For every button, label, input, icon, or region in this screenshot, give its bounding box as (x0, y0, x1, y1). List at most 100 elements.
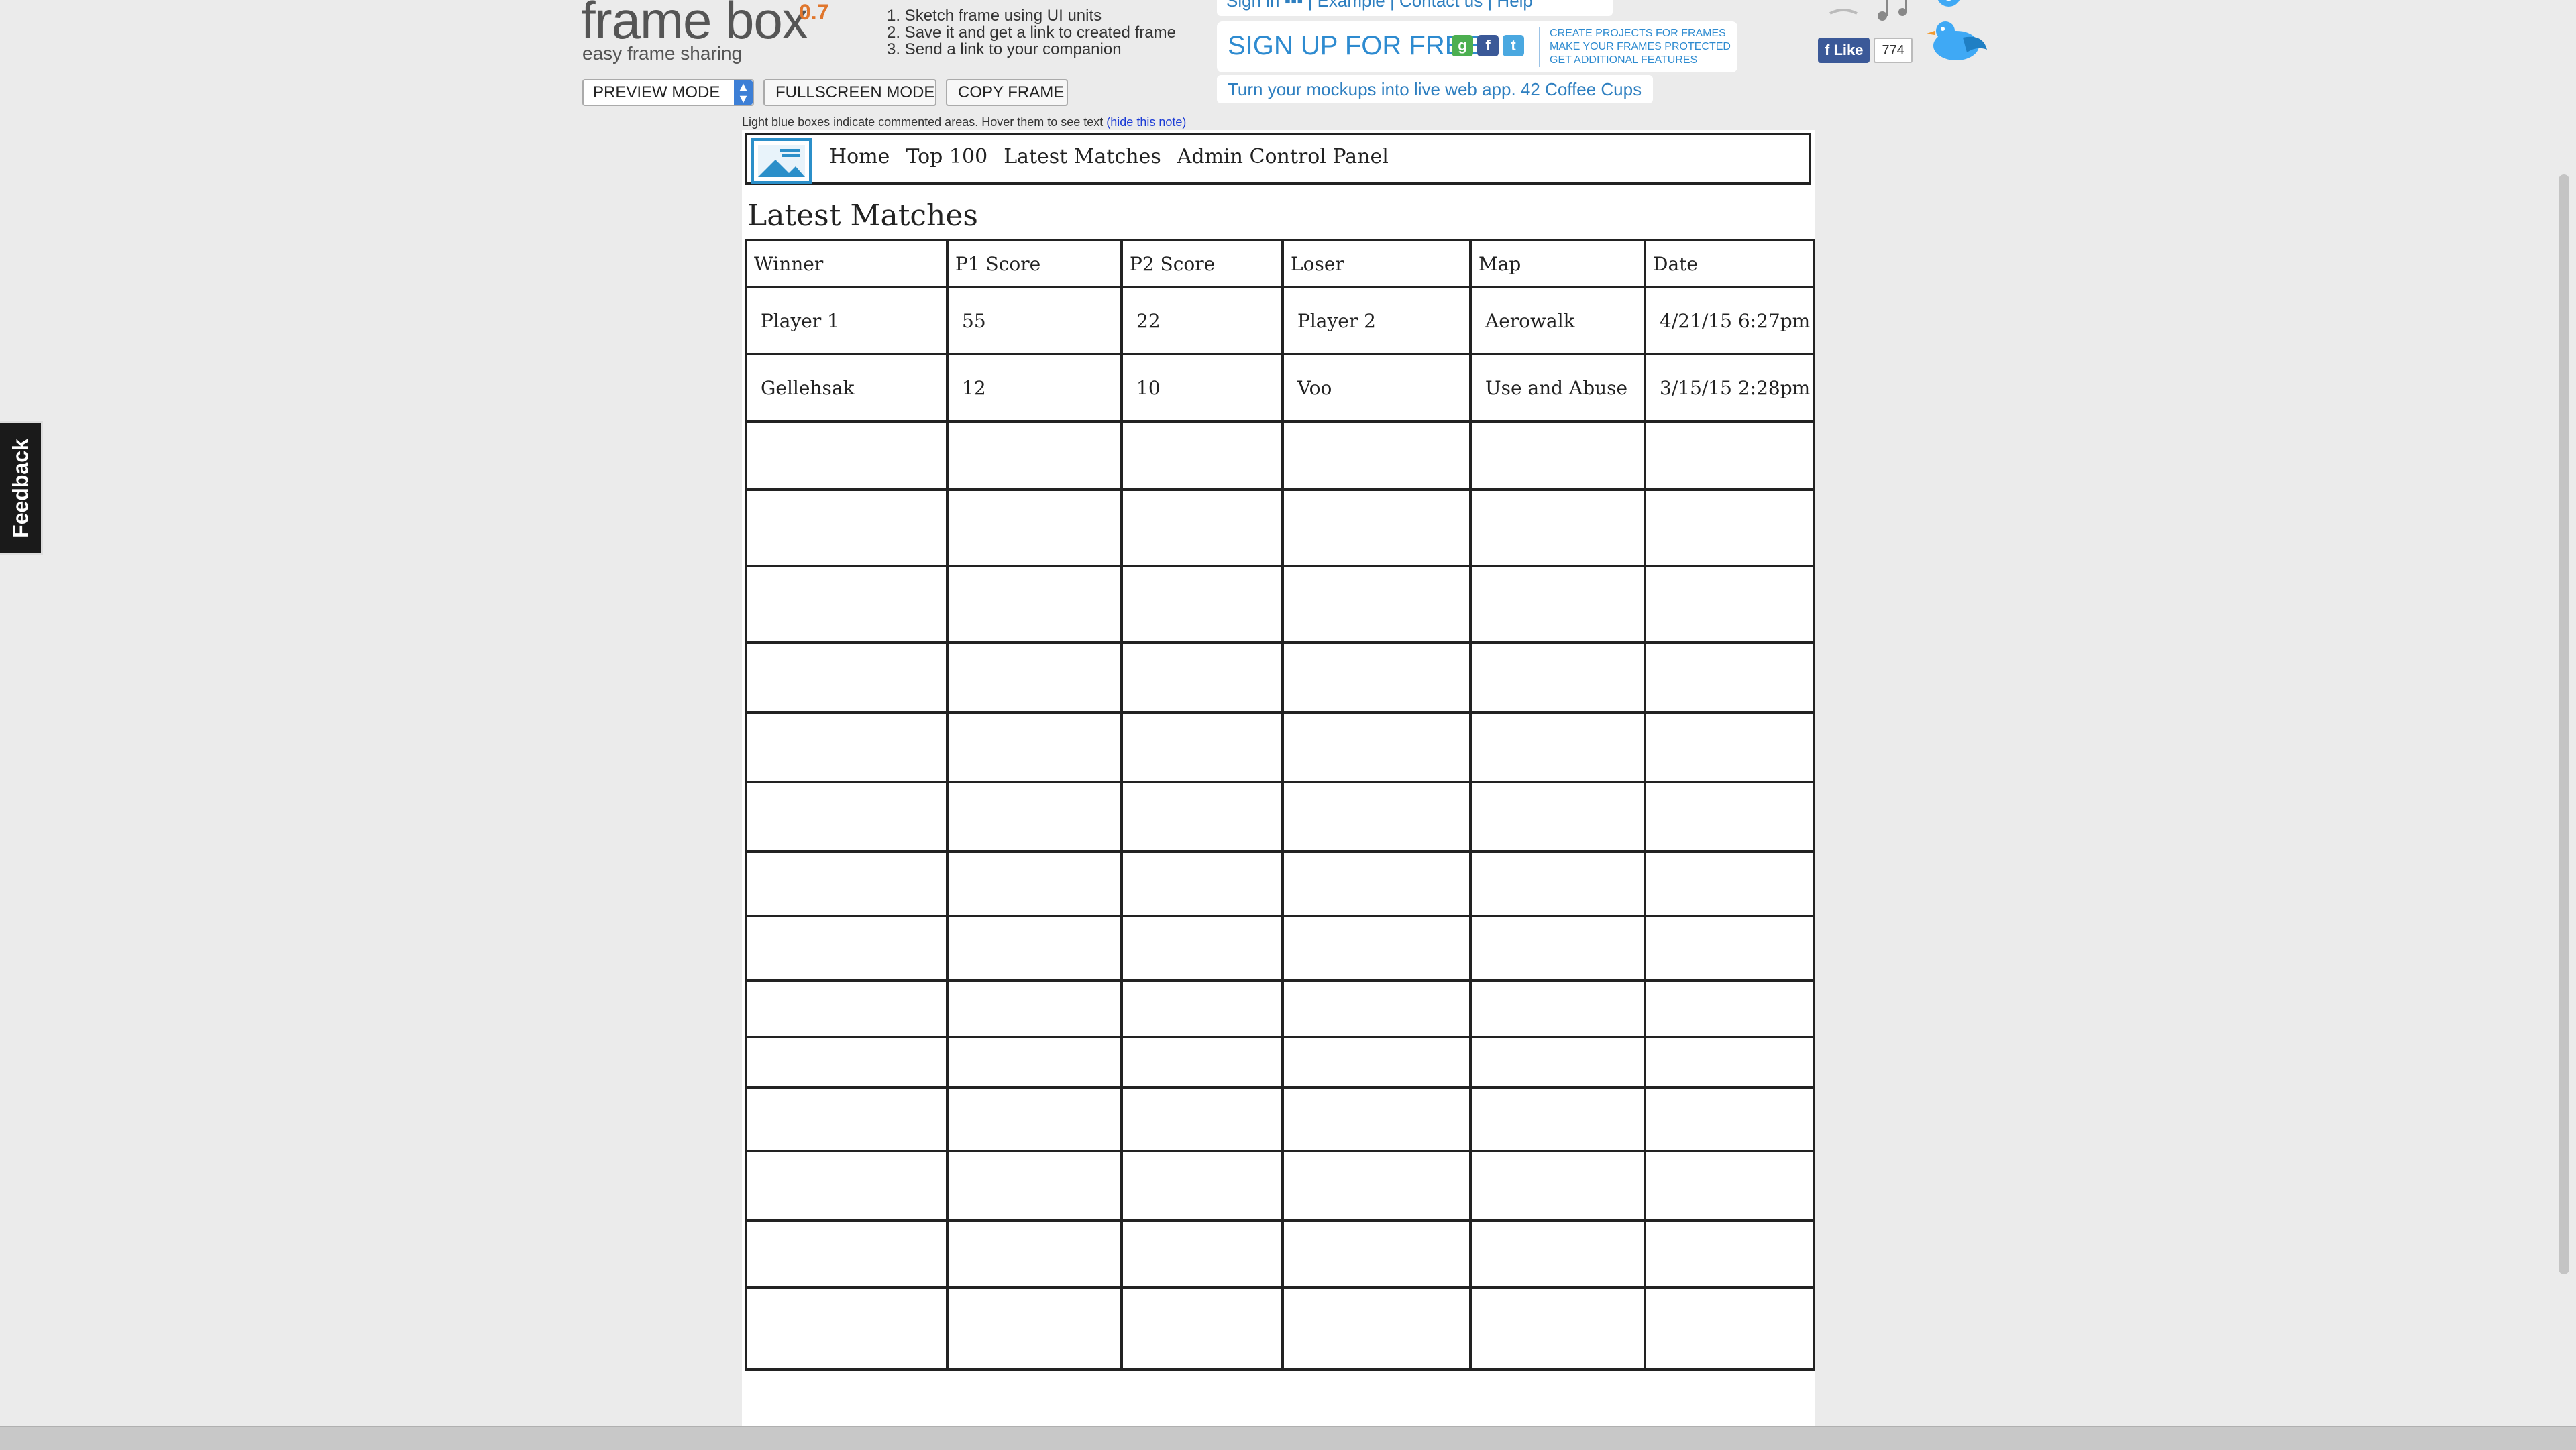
table-row (745, 1150, 1815, 1222)
cell-loser (1281, 1219, 1472, 1289)
cell-map (1469, 1036, 1646, 1089)
cell-p2-score (1120, 1219, 1284, 1289)
cell-loser (1281, 565, 1472, 644)
cell-map (1469, 1086, 1646, 1152)
copy-frame-button[interactable]: COPY FRAME (946, 79, 1068, 106)
cell-date (1644, 1286, 1815, 1371)
cell-map (1469, 1219, 1646, 1289)
cell-loser (1281, 781, 1472, 853)
cell-p2-score (1120, 979, 1284, 1038)
facebook-like-button[interactable]: f Like (1818, 38, 1870, 63)
cell-p2-score (1120, 641, 1284, 714)
cell-p2-score: 22 (1120, 286, 1284, 355)
window-bottom-bar (0, 1426, 2576, 1450)
promo-link[interactable]: Turn your mockups into live web app. 42 … (1217, 75, 1653, 103)
cell-p2-score (1120, 420, 1284, 491)
hide-note-link[interactable]: (hide this note) (1106, 115, 1186, 129)
signin-links[interactable]: Sign in ▪▪▪ | Example | Contact us | Hel… (1217, 0, 1613, 16)
cell-p2-score (1120, 850, 1284, 917)
cell-map: Aerowalk (1469, 286, 1646, 355)
cell-date (1644, 711, 1815, 783)
facebook-like-widget[interactable]: f Like 774 (1818, 38, 1913, 63)
cell-loser (1281, 420, 1472, 491)
table-row (745, 1286, 1815, 1371)
framebox-logo[interactable]: frame box 0.7 easy frame sharing (581, 0, 828, 64)
cell-winner (745, 711, 949, 783)
cell-map (1469, 1286, 1646, 1371)
cell-map (1469, 979, 1646, 1038)
table-row (745, 850, 1815, 917)
nav-top-100[interactable]: Top 100 (906, 145, 987, 168)
cell-winner (745, 850, 949, 917)
cell-map: Use and Abuse (1469, 353, 1646, 423)
cell-p1-score (946, 915, 1123, 982)
nav-admin-control-panel[interactable]: Admin Control Panel (1177, 145, 1389, 168)
mode-select[interactable]: PREVIEW MODE ▲ ▼ (582, 79, 754, 106)
cell-date (1644, 488, 1815, 567)
cell-loser (1281, 488, 1472, 567)
nav-latest-matches[interactable]: Latest Matches (1004, 145, 1161, 168)
page-title: Latest Matches (747, 199, 978, 233)
step-1: 1. Sketch frame using UI units (887, 7, 1102, 25)
google-icon[interactable]: g (1452, 35, 1473, 56)
table-row: Player 1 55 22 Player 2 Aerowalk 4/21/15 6:27… (745, 286, 1815, 355)
table-row (745, 1219, 1815, 1289)
cell-loser (1281, 1286, 1472, 1371)
select-arrows-icon: ▲ ▼ (734, 80, 753, 105)
cell-map (1469, 488, 1646, 567)
fullscreen-button[interactable]: FULLSCREEN MODE (763, 79, 936, 106)
cell-p1-score (946, 979, 1123, 1038)
table-row (745, 711, 1815, 783)
cell-p1-score (946, 850, 1123, 917)
col-loser: Loser (1281, 239, 1472, 288)
logo-subtitle: easy frame sharing (582, 43, 743, 64)
cell-date: 4/21/15 6:27pm (1644, 286, 1815, 355)
cell-p2-score (1120, 915, 1284, 982)
cell-p1-score (946, 488, 1123, 567)
table-row (745, 979, 1815, 1038)
feedback-tab[interactable]: Feedback (0, 421, 43, 555)
cell-map (1469, 850, 1646, 917)
cell-date (1644, 781, 1815, 853)
cell-p1-score (946, 1219, 1123, 1289)
twitter-bird-icon[interactable] (1923, 11, 1990, 67)
signup-box[interactable]: SIGN UP FOR FREE g f t CREATE PROJECTS F… (1217, 21, 1737, 72)
signup-label: SIGN UP FOR FREE (1228, 31, 1481, 60)
cell-p1-score (946, 1286, 1123, 1371)
facebook-icon[interactable]: f (1477, 35, 1499, 56)
page-scrollbar[interactable] (2559, 174, 2569, 1274)
cell-date (1644, 565, 1815, 644)
cell-p1-score (946, 1036, 1123, 1089)
table-row (745, 641, 1815, 714)
cell-winner (745, 1150, 949, 1222)
hint-text: Light blue boxes indicate commented area… (742, 115, 1107, 129)
cell-p2-score: 10 (1120, 353, 1284, 423)
instruction-steps: 1. Sketch frame using UI units 2. Save i… (887, 7, 1176, 58)
cell-winner (745, 420, 949, 491)
cell-p1-score (946, 1086, 1123, 1152)
twitter-icon[interactable]: t (1503, 35, 1524, 56)
cell-date (1644, 420, 1815, 491)
facebook-like-icon: f (1825, 42, 1834, 58)
cell-loser (1281, 641, 1472, 714)
cell-winner (745, 915, 949, 982)
cell-date (1644, 641, 1815, 714)
cell-map (1469, 565, 1646, 644)
cell-loser (1281, 850, 1472, 917)
music-notes-graphic (1823, 0, 1917, 27)
nav-home[interactable]: Home (829, 145, 890, 168)
cell-p1-score (946, 1150, 1123, 1222)
feedback-label: Feedback (8, 439, 32, 538)
cell-p1-score: 12 (946, 353, 1123, 423)
image-placeholder-icon[interactable] (751, 138, 812, 184)
cell-map (1469, 420, 1646, 491)
col-map: Map (1469, 239, 1646, 288)
cell-winner (745, 1036, 949, 1089)
cell-loser (1281, 1086, 1472, 1152)
cell-winner (745, 1286, 949, 1371)
cell-map (1469, 641, 1646, 714)
logo-version: 0.7 (799, 0, 829, 24)
col-winner: Winner (745, 239, 949, 288)
cell-winner (745, 1219, 949, 1289)
cell-winner (745, 488, 949, 567)
